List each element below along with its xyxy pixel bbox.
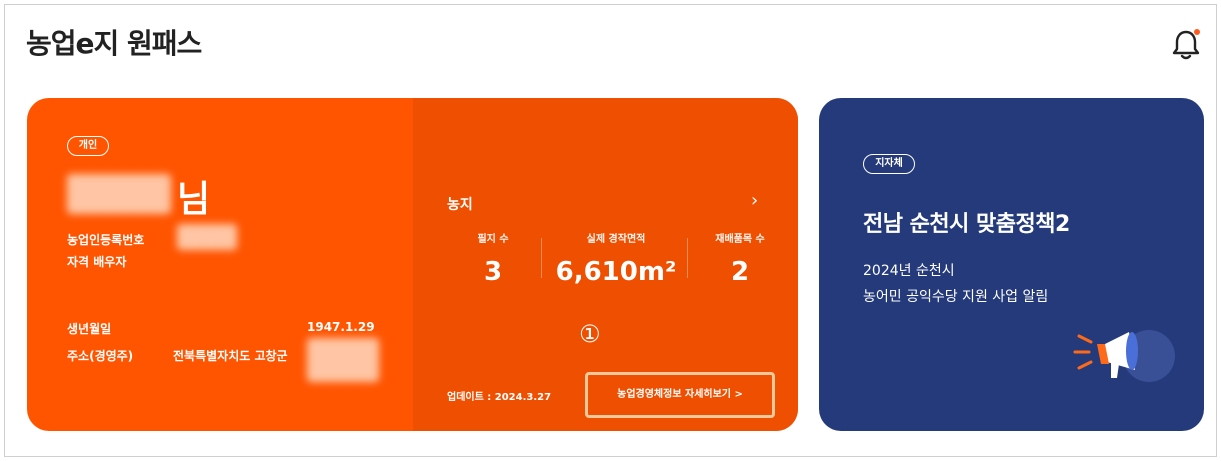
local-gov-badge: 지자체 — [863, 154, 915, 174]
app-title: 농업e지 원패스 — [26, 27, 202, 60]
stat-value: 6,610m² — [555, 257, 677, 287]
personal-badge: 개인 — [67, 136, 109, 156]
stat-label: 재배품목 수 — [715, 234, 765, 245]
farm-info-panel: 농지 › 필지 수 3 실제 경작면적 6,610m² 재배품목 수 2 ① 업… — [413, 98, 798, 431]
stat-cultivated-area: 실제 경작면적 6,610m² — [551, 230, 681, 287]
birth-value: 1947.1.29 — [307, 320, 375, 334]
policy-line-2: 농어민 공익수당 지원 사업 알림 — [863, 289, 1049, 305]
honorific: 님 — [177, 179, 211, 220]
stat-value: 3 — [483, 257, 503, 287]
name-redaction — [67, 174, 171, 214]
address-label: 주소(경영주) — [67, 349, 134, 363]
stat-label: 실제 경작면적 — [586, 234, 646, 245]
policy-card[interactable]: 지자체 전남 순천시 맞춤정책2 2024년 순천시 농어민 공익수당 지원 사… — [819, 98, 1204, 431]
address-value: 전북특별자치도 고창군 — [173, 349, 288, 363]
megaphone-icon — [1073, 330, 1175, 382]
chevron-right-icon[interactable]: › — [751, 190, 758, 211]
policy-line-1: 2024년 순천시 — [863, 263, 955, 279]
annotation-marker: ① — [579, 320, 601, 348]
farmer-card: 농지 › 필지 수 3 실제 경작면적 6,610m² 재배품목 수 2 ① 업… — [27, 98, 798, 431]
stat-divider — [541, 238, 542, 278]
birth-label: 생년월일 — [67, 322, 112, 336]
policy-title: 전남 순천시 맞춤정책2 — [863, 212, 1070, 237]
stat-parcel-count: 필지 수 3 — [453, 230, 533, 287]
stat-crop-count: 재배품목 수 2 — [695, 230, 785, 287]
registration-redaction — [177, 224, 237, 250]
stat-label: 필지 수 — [477, 234, 509, 245]
registration-label: 농업인등록번호 — [67, 233, 145, 247]
notification-dot — [1194, 29, 1200, 35]
farm-title: 농지 — [447, 197, 473, 213]
address-redaction — [307, 338, 379, 382]
qualification-status: 자격 배우자 — [67, 255, 127, 269]
stat-divider — [687, 238, 688, 278]
stat-value: 2 — [730, 257, 750, 287]
updated-date: 업데이트 : 2024.3.27 — [447, 392, 552, 403]
farm-detail-button[interactable]: 농업경영체정보 자세히보기 > — [585, 372, 775, 418]
